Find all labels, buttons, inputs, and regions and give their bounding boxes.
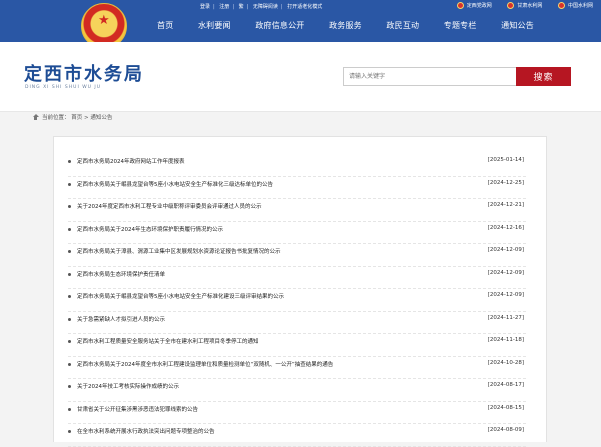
elderly-mode-link[interactable]: 打开适老化模式 — [287, 3, 322, 10]
notice-panel: 定西市水务局2024年政府网站工作年度报表 [2025-01-14] 定西市水务局… — [53, 136, 547, 447]
login-link[interactable]: 登录 — [200, 3, 210, 10]
nav-home[interactable]: 首页 — [157, 20, 173, 31]
bullet-icon — [68, 160, 71, 163]
notice-title[interactable]: 定西市水务局关于岷县龙望台等5座小水电站安全生产标准化三级达标单位的公告 — [77, 180, 467, 188]
bullet-icon — [68, 340, 71, 343]
notice-date: [2024-08-15] — [487, 404, 524, 411]
bullet-icon — [68, 227, 71, 231]
notice-date: [2024-11-18] — [487, 337, 524, 343]
notice-title[interactable]: 在全市水利系统开展水行政执法突出问题专项整治的公告 — [77, 427, 467, 435]
bullet-icon — [68, 205, 71, 208]
notice-title[interactable]: 关于2024年技工考核实际操作成绩的公示 — [77, 382, 467, 390]
notice-title[interactable]: 甘肃省关于公开征集涉黑涉恶违法犯罪线索的公告 — [77, 405, 467, 413]
nav-government-information[interactable]: 政府信息公开 — [255, 20, 304, 31]
bullet-icon — [68, 362, 71, 366]
notice-item[interactable]: 甘肃省关于公开征集涉黑涉恶违法犯罪线索的公告 [2024-08-15] — [68, 402, 526, 424]
notice-date: [2025-01-14] — [487, 157, 524, 163]
notice-list: 定西市水务局2024年政府网站工作年度报表 [2025-01-14] 定西市水务局… — [68, 154, 526, 447]
notice-title[interactable]: 定西市水利工程质量安全服务站关于全市在建水利工程项目冬季停工的通知 — [77, 337, 467, 345]
bullet-icon — [68, 272, 71, 276]
bullet-icon — [68, 182, 71, 186]
nav-government-services[interactable]: 政务服务 — [329, 20, 362, 31]
search-input[interactable] — [344, 68, 519, 85]
notice-item[interactable]: 关于2024年技工考核实际操作成绩的公示 [2024-08-17] — [68, 379, 526, 402]
notice-title[interactable]: 定西市水务局关于2024年度全市水利工程建设监理单位和质量检测单位“双随机、一公… — [77, 360, 467, 368]
bullet-icon — [68, 385, 71, 388]
search-button[interactable]: 搜索 — [516, 67, 571, 86]
site-subtitle: DING XI SHI SHUI WU JU — [25, 85, 101, 90]
notice-item[interactable]: 定西市水利工程质量安全服务站关于全市在建水利工程项目冬季停工的通知 [2024-1… — [68, 334, 526, 357]
utility-separator: | — [232, 4, 234, 10]
link-label: 甘肃水利网 — [517, 3, 543, 9]
notice-date: [2024-12-09] — [487, 292, 524, 298]
notice-date: [2024-12-09] — [487, 247, 524, 253]
utility-separator: | — [246, 4, 249, 10]
utility-separator: | — [280, 4, 283, 10]
notice-title[interactable]: 定西市水务局生态环境保护责任清单 — [77, 270, 467, 278]
home-icon — [32, 114, 39, 120]
notice-title[interactable]: 关于急需紧缺人才拟引进人员的公示 — [77, 315, 467, 323]
gansu-water-link[interactable]: 甘肃水利网 — [507, 2, 542, 9]
notice-date: [2024-08-17] — [487, 382, 524, 388]
utility-separator: | — [213, 4, 215, 10]
dingxi-party-government-link[interactable]: 定西党政网 — [456, 2, 492, 9]
accessible-reading-link[interactable]: 无障碍阅读 — [253, 3, 278, 10]
government-links: 定西党政网 甘肃水利网 中国水利网 — [443, 2, 593, 12]
notice-date: [2024-08-09] — [487, 427, 524, 433]
traditional-chinese-link[interactable]: 繁 — [239, 3, 244, 10]
notice-title[interactable]: 定西市水务局关于岷县龙望台等5座小水电站安全生产标准化建设三级评审结果的公示 — [77, 292, 467, 300]
bullet-icon — [68, 295, 71, 298]
link-label: 中国水利网 — [567, 3, 593, 9]
bullet-icon — [68, 407, 71, 411]
notice-date: [2024-12-21] — [487, 202, 524, 208]
notice-item[interactable]: 定西市水务局生态环境保护责任清单 [2024-12-09] — [68, 267, 526, 289]
notice-date: [2024-12-16] — [487, 224, 524, 231]
emblem-icon — [507, 2, 515, 9]
notice-title[interactable]: 关于2024年度定西市水利工程专业中级职称评审委员会评审通过人员的公示 — [77, 202, 467, 210]
site-header: 定西市水务局 DING XI SHI SHUI WU JU 搜索 — [0, 42, 601, 112]
main-navigation: 首页 水利要闻 政府信息公开 政务服务 政民互动 专题专栏 通知公告 — [157, 20, 556, 35]
notice-date: [2024-12-25] — [487, 179, 524, 186]
notice-item[interactable]: 在全市水利系统开展水行政执法突出问题专项整治的公告 [2024-08-09] — [68, 424, 526, 447]
notice-item[interactable]: 定西市水务局关于岷县龙望台等5座小水电站安全生产标准化三级达标单位的公告 [202… — [68, 177, 526, 199]
china-water-link[interactable]: 中国水利网 — [557, 2, 593, 9]
notice-item[interactable]: 关于急需紧缺人才拟引进人员的公示 [2024-11-27] — [68, 312, 526, 334]
breadcrumb-separator: > — [84, 115, 89, 121]
notice-title[interactable]: 定西市水务局2024年政府网站工作年度报表 — [77, 157, 467, 165]
breadcrumb-home[interactable]: 首页 — [71, 115, 82, 121]
utility-links: 登录 | 注册 | 繁 | 无障碍阅读 | 打开适老化模式 — [200, 3, 322, 13]
bullet-icon — [68, 250, 71, 253]
link-label: 定西党政网 — [466, 3, 492, 9]
notice-item[interactable]: 定西市水务局关于漳县、渭源工业集中区发展规划水资源论证报告书批复情况的公示 [20… — [68, 244, 526, 267]
notice-item[interactable]: 定西市水务局2024年政府网站工作年度报表 [2025-01-14] — [68, 154, 526, 177]
notice-title[interactable]: 定西市水务局关于漳县、渭源工业集中区发展规划水资源论证报告书批复情况的公示 — [77, 247, 467, 255]
breadcrumb-label: 当前位置： — [42, 115, 70, 121]
breadcrumb-current: 通知公告 — [90, 115, 113, 121]
notice-date: [2024-12-09] — [487, 269, 524, 276]
notice-date: [2024-10-28] — [487, 359, 524, 366]
nav-public-interaction[interactable]: 政民互动 — [386, 20, 419, 31]
search-form: 搜索 — [343, 67, 571, 86]
top-bar: 登录 | 注册 | 繁 | 无障碍阅读 | 打开适老化模式 定西党政网 甘肃水利网 中国… — [0, 0, 601, 49]
nav-special-topics[interactable]: 专题专栏 — [444, 20, 477, 31]
breadcrumb: 当前位置： 首页 > 通知公告 — [32, 113, 112, 125]
emblem-icon — [456, 2, 464, 9]
bullet-icon — [68, 317, 71, 321]
notice-title[interactable]: 定西市水务局关于2024年生态环境保护职责履行情况的公示 — [77, 225, 467, 233]
register-link[interactable]: 注册 — [219, 3, 229, 10]
notice-item[interactable]: 定西市水务局关于2024年度全市水利工程建设监理单位和质量检测单位“双随机、一公… — [68, 357, 526, 379]
bullet-icon — [68, 430, 71, 433]
nav-notices[interactable]: 通知公告 — [501, 20, 534, 31]
emblem-icon — [557, 2, 565, 9]
notice-date: [2024-11-27] — [487, 314, 524, 321]
notice-item[interactable]: 关于2024年度定西市水利工程专业中级职称评审委员会评审通过人员的公示 [2024… — [68, 199, 526, 222]
site-title: 定西市水务局 — [24, 64, 144, 85]
notice-item[interactable]: 定西市水务局关于2024年生态环境保护职责履行情况的公示 [2024-12-16] — [68, 222, 526, 244]
nav-water-news[interactable]: 水利要闻 — [198, 20, 231, 31]
notice-item[interactable]: 定西市水务局关于岷县龙望台等5座小水电站安全生产标准化建设三级评审结果的公示 [2… — [68, 289, 526, 312]
